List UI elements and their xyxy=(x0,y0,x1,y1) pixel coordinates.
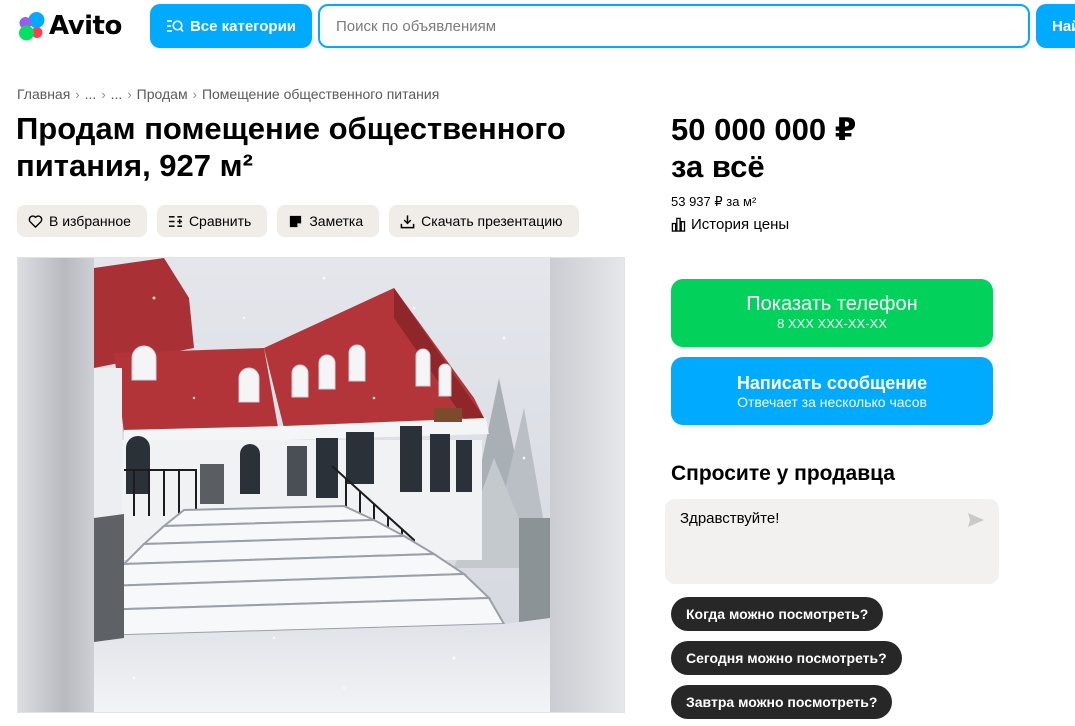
listing-photo[interactable] xyxy=(94,258,550,713)
ask-seller-input[interactable]: Здравствуйте! xyxy=(680,510,960,580)
download-presentation-button[interactable]: Скачать презентацию xyxy=(389,205,579,237)
breadcrumb-separator-icon: › xyxy=(75,86,80,102)
categories-search-icon xyxy=(166,20,184,33)
heart-icon xyxy=(28,214,43,228)
price-per-m2: 53 937 ₽ за м² xyxy=(671,194,757,209)
quick-question-label: Сегодня можно посмотреть? xyxy=(686,650,887,666)
breadcrumb-item-collapsed-2[interactable]: ... xyxy=(111,86,123,102)
note-icon xyxy=(290,215,302,227)
breadcrumb-separator-icon: › xyxy=(127,86,132,102)
top-header: Avito Все категории Найти xyxy=(0,0,1075,54)
search-box[interactable] xyxy=(318,4,1030,48)
listing-actions: В избранное Сравнить Заметка Скачать пре… xyxy=(17,205,579,237)
find-button[interactable]: Найти xyxy=(1036,4,1075,48)
send-icon[interactable] xyxy=(967,512,985,528)
avito-logo[interactable]: Avito xyxy=(16,10,122,42)
quick-question-label: Завтра можно посмотреть? xyxy=(686,694,878,710)
quick-question-chip[interactable]: Завтра можно посмотреть? xyxy=(671,685,893,719)
quick-question-label: Когда можно посмотреть? xyxy=(686,606,869,622)
breadcrumb-item-home[interactable]: Главная xyxy=(17,86,70,102)
compare-label: Сравнить xyxy=(188,213,252,229)
quick-question-chip[interactable]: Когда можно посмотреть? xyxy=(671,597,884,631)
listing-title: Продам помещение общественного питания, … xyxy=(16,111,566,183)
price-history-label: История цены xyxy=(691,216,790,233)
gallery-blur-right xyxy=(546,258,624,712)
add-to-favorites-button[interactable]: В избранное xyxy=(17,205,147,237)
breadcrumb-item-sell[interactable]: Продам xyxy=(137,86,188,102)
phone-masked-number: 8 XXX XXX-XX-XX xyxy=(777,316,887,331)
note-button[interactable]: Заметка xyxy=(277,205,380,237)
breadcrumb-separator-icon: › xyxy=(192,86,197,102)
photo-gallery[interactable] xyxy=(17,257,625,713)
compare-icon xyxy=(168,215,182,227)
show-phone-button[interactable]: Показать телефон 8 XXX XXX-XX-XX xyxy=(671,279,993,347)
favorites-label: В избранное xyxy=(49,213,131,229)
breadcrumb-separator-icon: › xyxy=(101,86,106,102)
avito-logo-icon xyxy=(19,12,45,41)
breadcrumb: Главная › ... › ... › Продам › Помещение… xyxy=(17,86,439,102)
price-block: 50 000 000 ₽ за всё xyxy=(671,111,856,185)
ask-seller-title: Спросите у продавца xyxy=(671,462,895,485)
write-message-label: Написать сообщение xyxy=(736,373,928,393)
quick-question-chip[interactable]: Сегодня можно посмотреть? xyxy=(671,641,902,675)
price-suffix: за всё xyxy=(671,149,765,184)
gallery-blur-left xyxy=(18,258,96,712)
download-presentation-label: Скачать презентацию xyxy=(421,213,563,229)
all-categories-button[interactable]: Все категории xyxy=(150,4,312,48)
write-message-button[interactable]: Написать сообщение Отвечает за несколько… xyxy=(671,357,993,425)
price-history-link[interactable]: История цены xyxy=(671,216,789,233)
logo-text: Avito xyxy=(49,11,122,41)
breadcrumb-item-category[interactable]: Помещение общественного питания xyxy=(202,86,439,102)
ask-seller-box: Здравствуйте! xyxy=(665,499,999,584)
price-amount: 50 000 000 ₽ xyxy=(671,112,857,147)
search-input[interactable] xyxy=(320,6,1028,46)
response-time-text: Отвечает за несколько часов xyxy=(737,394,927,410)
note-label: Заметка xyxy=(309,213,364,229)
find-button-label: Найти xyxy=(1052,17,1075,35)
download-icon xyxy=(400,214,415,228)
compare-button[interactable]: Сравнить xyxy=(156,205,268,237)
show-phone-label: Показать телефон xyxy=(746,293,918,315)
bar-chart-icon xyxy=(671,217,686,232)
breadcrumb-item-collapsed-1[interactable]: ... xyxy=(85,86,97,102)
all-categories-label: Все категории xyxy=(189,17,297,35)
